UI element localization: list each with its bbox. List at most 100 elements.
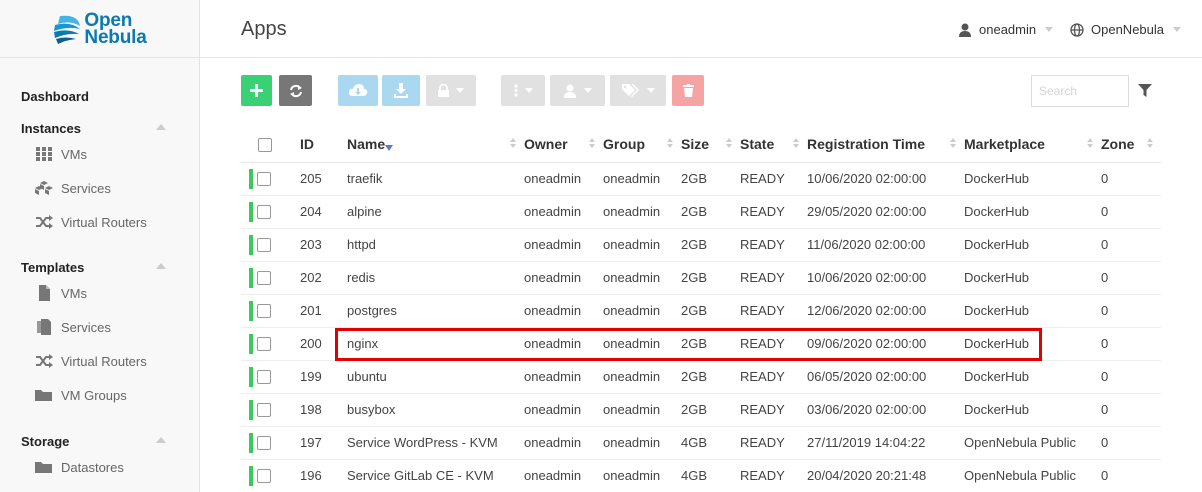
export-button[interactable] <box>382 75 420 106</box>
nav-item-label: Services <box>61 319 111 335</box>
row-checkbox[interactable] <box>257 336 271 351</box>
row-checkbox[interactable] <box>257 369 271 384</box>
table-row[interactable]: 198 busybox oneadmin oneadmin 2GB READY 03/06/… <box>241 393 1161 427</box>
delete-button[interactable] <box>672 75 704 106</box>
nav-section-templates[interactable]: Templates <box>21 260 84 275</box>
row-checkbox[interactable] <box>257 435 271 450</box>
nav-item-templates-vms[interactable]: VMs <box>35 285 87 301</box>
column-header-state[interactable]: State <box>740 126 807 163</box>
table-row[interactable]: 202 redis oneadmin oneadmin 2GB READY 10/06/20… <box>241 261 1161 295</box>
cell-group: oneadmin <box>603 459 681 492</box>
cell-state: READY <box>740 228 807 262</box>
cell-id: 204 <box>300 195 347 229</box>
download-cloud-button[interactable] <box>338 75 378 106</box>
column-header-size[interactable]: Size <box>681 126 740 163</box>
row-checkbox[interactable] <box>257 171 271 186</box>
more-actions-button[interactable] <box>501 75 545 106</box>
refresh-button[interactable] <box>279 75 312 106</box>
column-header-group[interactable]: Group <box>603 126 681 163</box>
table-row[interactable]: 199 ubuntu oneadmin oneadmin 2GB READY 06/05/2… <box>241 360 1161 394</box>
cell-time: 10/06/2020 02:00:00 <box>807 261 964 295</box>
cell-group: oneadmin <box>603 162 681 196</box>
cell-id: 196 <box>300 459 347 492</box>
nav-item-instances-virtual-routers[interactable]: Virtual Routers <box>35 214 147 230</box>
sort-icon <box>950 138 956 148</box>
select-all-checkbox[interactable] <box>258 137 272 152</box>
cell-state: READY <box>740 393 807 427</box>
cell-time: 29/05/2020 02:00:00 <box>807 195 964 229</box>
nav-item-templates-vm-groups[interactable]: VM Groups <box>35 387 127 403</box>
sidebar: Open Nebula Dashboard Instances VMs Serv… <box>0 0 200 492</box>
table-row[interactable]: 197 Service WordPress - KVM oneadmin oneadm… <box>241 426 1161 460</box>
filter-icon[interactable] <box>1138 84 1152 98</box>
column-header-zone[interactable]: Zone <box>1101 126 1161 163</box>
logo[interactable]: Open Nebula <box>0 0 199 58</box>
status-indicator <box>249 267 253 288</box>
lock-dropdown-button[interactable] <box>426 75 476 106</box>
cell-owner: oneadmin <box>524 261 603 295</box>
table-row[interactable]: 201 postgres oneadmin oneadmin 2GB READY 12/06… <box>241 294 1161 328</box>
table-row[interactable]: 200 nginx oneadmin oneadmin 2GB READY 09/06/20… <box>241 327 1161 361</box>
cell-id: 201 <box>300 294 347 328</box>
zone-menu[interactable]: OpenNebula <box>1070 22 1181 37</box>
row-checkbox[interactable] <box>257 204 271 219</box>
zone-name: OpenNebula <box>1091 22 1164 37</box>
create-button[interactable] <box>241 75 272 106</box>
table-row[interactable]: 205 traefik oneadmin oneadmin 2GB READY 10/06/… <box>241 162 1161 196</box>
row-select-cell <box>241 162 300 196</box>
cubes-icon <box>35 181 53 195</box>
status-indicator <box>249 333 253 354</box>
column-header-name[interactable]: Name <box>347 126 524 163</box>
collapse-storage-icon[interactable] <box>156 437 166 443</box>
collapse-templates-icon[interactable] <box>156 263 166 269</box>
cell-state: READY <box>740 327 807 361</box>
header-select-all[interactable] <box>241 126 300 163</box>
status-indicator <box>249 201 253 222</box>
nav-section-storage[interactable]: Storage <box>21 434 69 449</box>
status-indicator <box>249 432 253 453</box>
cell-size: 2GB <box>681 162 740 196</box>
search-input[interactable] <box>1031 75 1129 107</box>
row-select-cell <box>241 294 300 328</box>
change-owner-button[interactable] <box>550 75 605 106</box>
cell-owner: oneadmin <box>524 228 603 262</box>
nav-section-instances[interactable]: Instances <box>21 121 81 136</box>
refresh-icon <box>289 84 302 97</box>
user-icon <box>564 84 576 98</box>
row-checkbox[interactable] <box>257 270 271 285</box>
column-header-id[interactable]: ID <box>300 126 393 163</box>
nav-item-instances-vms[interactable]: VMs <box>35 146 87 162</box>
nav-dashboard[interactable]: Dashboard <box>21 89 89 104</box>
table-row[interactable]: 203 httpd oneadmin oneadmin 2GB READY 11/06/20… <box>241 228 1161 262</box>
sort-icon <box>510 138 516 148</box>
collapse-instances-icon[interactable] <box>156 124 166 130</box>
table-row[interactable]: 196 Service GitLab CE - KVM oneadmin oneadm… <box>241 459 1161 492</box>
column-header-registration-time[interactable]: Registration Time <box>807 126 964 163</box>
cell-market: DockerHub <box>964 195 1101 229</box>
files-icon <box>37 319 51 335</box>
labels-button[interactable] <box>610 75 666 106</box>
row-checkbox[interactable] <box>257 237 271 252</box>
app: Open Nebula Dashboard Instances VMs Serv… <box>0 0 1202 492</box>
status-indicator <box>249 168 253 189</box>
nav-item-storage-datastores[interactable]: Datastores <box>35 459 124 475</box>
nav-item-label: Datastores <box>61 459 124 475</box>
row-checkbox[interactable] <box>257 402 271 417</box>
cell-name: redis <box>347 261 524 295</box>
column-header-owner[interactable]: Owner <box>524 126 603 163</box>
cell-group: oneadmin <box>603 294 681 328</box>
column-header-marketplace[interactable]: Marketplace <box>964 126 1101 163</box>
status-indicator <box>249 234 253 255</box>
cell-zone: 0 <box>1101 360 1161 394</box>
apps-table: ID Name Owner Group Size State Registrat… <box>241 126 1161 492</box>
row-checkbox[interactable] <box>257 303 271 318</box>
user-menu[interactable]: oneadmin <box>958 22 1054 37</box>
user-name: oneadmin <box>979 22 1037 37</box>
cell-zone: 0 <box>1101 426 1161 460</box>
nav-item-templates-virtual-routers[interactable]: Virtual Routers <box>35 353 147 369</box>
row-checkbox[interactable] <box>257 468 271 483</box>
nav-item-instances-services[interactable]: Services <box>35 180 111 196</box>
nav-item-templates-services[interactable]: Services <box>35 319 111 335</box>
cell-size: 2GB <box>681 228 740 262</box>
table-row[interactable]: 204 alpine oneadmin oneadmin 2GB READY 29/05/2… <box>241 195 1161 229</box>
